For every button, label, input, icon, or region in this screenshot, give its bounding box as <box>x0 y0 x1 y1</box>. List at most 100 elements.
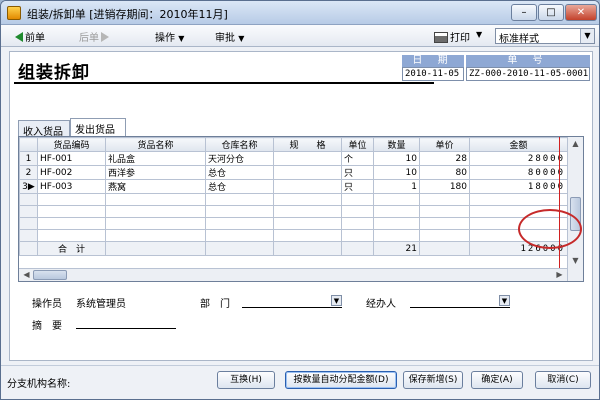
column-header[interactable]: 金额 <box>469 137 568 152</box>
cell-warehouse[interactable]: 天河分仓 <box>205 151 274 166</box>
cancel-button[interactable]: 取消(C) <box>535 371 591 389</box>
table-row[interactable]: 3▶ HF-003 燕窝 总仓 只 1 180 18000 <box>19 179 568 194</box>
empty-cell[interactable] <box>273 217 342 230</box>
cell-amount[interactable]: 28000 <box>469 151 568 166</box>
dept-select[interactable]: ▼ <box>242 294 342 308</box>
ok-button[interactable]: 确定(A) <box>471 371 523 389</box>
next-doc-button[interactable]: 后单 <box>79 29 109 44</box>
empty-cell[interactable] <box>273 205 342 218</box>
empty-cell[interactable] <box>419 217 470 230</box>
column-header[interactable]: 货品编码 <box>37 137 106 152</box>
cell-name[interactable]: 燕窝 <box>105 179 206 194</box>
cell-price[interactable]: 80 <box>419 165 470 180</box>
scrollbar-thumb[interactable] <box>33 270 67 280</box>
approve-menu-label: 审批 <box>215 33 235 44</box>
empty-cell[interactable] <box>205 205 274 218</box>
empty-cell[interactable] <box>373 205 420 218</box>
empty-cell[interactable] <box>373 217 420 230</box>
cell-qty[interactable]: 10 <box>373 151 420 166</box>
column-header[interactable]: 数量 <box>373 137 420 152</box>
empty-cell[interactable] <box>469 193 568 206</box>
empty-cell[interactable] <box>205 217 274 230</box>
empty-row[interactable] <box>19 217 568 230</box>
chevron-down-icon: ▼ <box>499 295 510 306</box>
scroll-down-icon[interactable]: ▼ <box>568 254 583 268</box>
cell-name[interactable]: 西洋参 <box>105 165 206 180</box>
cell-code[interactable]: HF-002 <box>37 165 106 180</box>
empty-cell[interactable] <box>37 205 106 218</box>
cell-unit[interactable]: 个 <box>341 151 374 166</box>
cell-unit[interactable]: 只 <box>341 179 374 194</box>
cell-amount[interactable]: 80000 <box>469 165 568 180</box>
cell-qty[interactable]: 1 <box>373 179 420 194</box>
empty-cell[interactable] <box>37 193 106 206</box>
cell-amount[interactable]: 18000 <box>469 179 568 194</box>
cell-spec[interactable] <box>273 179 342 194</box>
operate-menu[interactable]: 操作 ▼ <box>155 29 184 44</box>
scroll-up-icon[interactable]: ▲ <box>568 137 583 151</box>
empty-cell[interactable] <box>105 229 206 242</box>
close-button[interactable]: ✕ <box>565 4 597 21</box>
empty-cell[interactable] <box>105 205 206 218</box>
handler-select[interactable]: ▼ <box>410 294 510 308</box>
save-new-button[interactable]: 保存新增(S) <box>403 371 463 389</box>
print-button[interactable]: 打印 <box>434 29 470 44</box>
column-header[interactable]: 仓库名称 <box>205 137 274 152</box>
scroll-right-icon[interactable]: ▶ <box>552 268 567 281</box>
empty-cell[interactable] <box>37 217 106 230</box>
empty-cell[interactable] <box>373 193 420 206</box>
empty-cell[interactable] <box>273 229 342 242</box>
tab-outgoing-goods[interactable]: 发出货品 <box>70 118 126 137</box>
cell-warehouse[interactable]: 总仓 <box>205 165 274 180</box>
cell-price[interactable]: 180 <box>419 179 470 194</box>
cell-warehouse[interactable]: 总仓 <box>205 179 274 194</box>
cell-code[interactable]: HF-001 <box>37 151 106 166</box>
empty-cell[interactable] <box>205 193 274 206</box>
column-header[interactable]: 单价 <box>419 137 470 152</box>
empty-cell[interactable] <box>419 193 470 206</box>
horizontal-scrollbar[interactable]: ◀ ▶ <box>19 268 567 281</box>
column-header[interactable]: 规 格 <box>273 137 342 152</box>
empty-cell[interactable] <box>205 229 274 242</box>
print-style-select[interactable]: 标准样式 ▼ <box>495 28 595 45</box>
table-row[interactable]: 2 HF-002 西洋参 总仓 只 10 80 80000 <box>19 165 568 180</box>
approve-menu[interactable]: 审批 ▼ <box>215 29 244 44</box>
cell-price[interactable]: 28 <box>419 151 470 166</box>
print-menu-arrow[interactable]: ▼ <box>476 29 482 40</box>
cell-code[interactable]: HF-003 <box>37 179 106 194</box>
cell-qty[interactable]: 10 <box>373 165 420 180</box>
table-row[interactable]: 1 HF-001 礼品盒 天河分仓 个 10 28 28000 <box>19 151 568 166</box>
scroll-left-icon[interactable]: ◀ <box>19 268 34 281</box>
column-header[interactable]: 单位 <box>341 137 374 152</box>
empty-cell[interactable] <box>341 205 374 218</box>
maximize-button[interactable]: □ <box>538 4 564 21</box>
minimize-button[interactable]: – <box>511 4 537 21</box>
cell-spec[interactable] <box>273 165 342 180</box>
empty-cell[interactable] <box>341 217 374 230</box>
prev-doc-button[interactable]: 前单 <box>15 29 45 44</box>
empty-cell[interactable] <box>419 205 470 218</box>
empty-cell[interactable] <box>273 193 342 206</box>
empty-cell[interactable] <box>341 229 374 242</box>
vertical-scrollbar[interactable]: ▲ ▼ <box>567 137 583 281</box>
memo-input[interactable] <box>76 316 176 329</box>
empty-cell[interactable] <box>105 193 206 206</box>
cell-name[interactable]: 礼品盒 <box>105 151 206 166</box>
empty-row[interactable] <box>19 193 568 206</box>
cell-spec[interactable] <box>273 151 342 166</box>
prev-doc-label: 前单 <box>25 33 45 44</box>
empty-row[interactable] <box>19 229 568 242</box>
date-field[interactable]: 2010-11-05 <box>402 67 464 81</box>
empty-cell[interactable] <box>37 229 106 242</box>
cell-unit[interactable]: 只 <box>341 165 374 180</box>
tab-incoming-goods[interactable]: 收入货品 <box>18 120 70 138</box>
empty-row[interactable] <box>19 205 568 218</box>
empty-cell[interactable] <box>373 229 420 242</box>
column-header[interactable]: 货品名称 <box>105 137 206 152</box>
number-field[interactable]: ZZ-000-2010-11-05-0001 <box>466 67 590 81</box>
auto-allocate-button[interactable]: 按数量自动分配金额(D) <box>285 371 397 389</box>
empty-cell[interactable] <box>105 217 206 230</box>
empty-cell[interactable] <box>341 193 374 206</box>
swap-button[interactable]: 互换(H) <box>217 371 275 389</box>
empty-cell[interactable] <box>419 229 470 242</box>
